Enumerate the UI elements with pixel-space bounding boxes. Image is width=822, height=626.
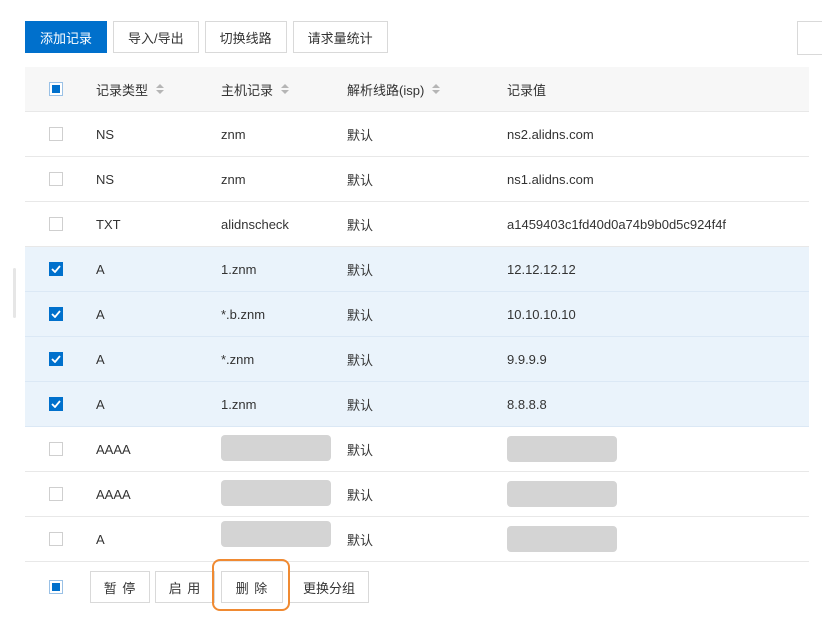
host-text: 1.znm [221,261,257,277]
enable-button[interactable]: 启 用 [155,571,215,603]
host-text: 1.znm [221,396,257,412]
type-text: A [96,261,105,277]
pause-button[interactable]: 暂 停 [90,571,150,603]
redacted-value [507,481,617,507]
footer-select-checkbox[interactable] [49,580,63,594]
line-text: 默认 [347,532,374,548]
table-header: 记录类型 主机记录 解析线路(isp) 记录值 [25,67,809,112]
row-checkbox[interactable] [49,262,63,276]
row-checkbox[interactable] [49,397,63,411]
type-text: AAAA [96,486,131,502]
change-group-button[interactable]: 更换分组 [289,571,369,603]
header-value: 记录值 [507,82,547,98]
line-text: 默认 [347,352,374,368]
row-checkbox[interactable] [49,487,63,501]
table-row[interactable]: A 1.znm 默认 12.12.12.12 [25,247,809,292]
redacted-host [221,435,331,461]
records-table: 记录类型 主机记录 解析线路(isp) 记录值 NS znm 默认 ns2.al… [25,67,809,562]
host-text: *.b.znm [221,306,266,322]
value-text: 9.9.9.9 [507,351,547,367]
host-text: znm [221,171,246,187]
redacted-value [507,436,617,462]
type-text: A [96,351,105,367]
type-text: A [96,306,105,322]
type-text: TXT [96,216,121,232]
sort-icon[interactable] [281,84,290,94]
switch-line-button[interactable]: 切换线路 [204,21,287,53]
line-text: 默认 [347,397,374,413]
table-row[interactable]: A *.b.znm 默认 10.10.10.10 [25,292,809,337]
select-all-checkbox[interactable] [49,82,63,96]
line-text: 默认 [347,217,374,233]
redacted-host [221,521,331,547]
table-row[interactable]: NS znm 默认 ns1.alidns.com [25,157,809,202]
table-row[interactable]: TXT alidnscheck 默认 a1459403c1fd40d0a74b9… [25,202,809,247]
redacted-value [507,526,617,552]
value-text: ns1.alidns.com [507,171,594,187]
table-row[interactable]: A *.znm 默认 9.9.9.9 [25,337,809,382]
line-text: 默认 [347,487,374,503]
import-export-button[interactable]: 导入/导出 [113,21,199,53]
row-checkbox[interactable] [49,442,63,456]
table-row[interactable]: A 1.znm 默认 8.8.8.8 [25,382,809,427]
request-stats-button[interactable]: 请求量统计 [292,21,388,53]
value-text: 12.12.12.12 [507,261,576,277]
row-checkbox[interactable] [49,307,63,321]
type-text: A [96,531,105,547]
line-text: 默认 [347,127,374,143]
value-text: ns2.alidns.com [507,126,594,142]
scroll-indicator [13,268,16,318]
row-checkbox[interactable] [49,217,63,231]
value-text: 8.8.8.8 [507,396,547,412]
sort-icon[interactable] [432,84,441,94]
add-record-button[interactable]: 添加记录 [25,21,108,53]
type-text: A [96,396,105,412]
toolbar-right-button[interactable] [797,21,822,55]
host-text: *.znm [221,351,255,367]
bulk-actions-bar: 暂 停 启 用 删 除 更换分组 [25,565,809,610]
header-line[interactable]: 解析线路(isp) [347,67,441,111]
table-row[interactable]: NS znm 默认 ns2.alidns.com [25,112,809,157]
host-text: znm [221,126,246,142]
table-row[interactable]: A 默认 [25,517,809,562]
value-text: a1459403c1fd40d0a74b9b0d5c924f4f [507,216,727,232]
row-checkbox[interactable] [49,532,63,546]
line-text: 默认 [347,172,374,188]
table-row[interactable]: AAAA 默认 [25,427,809,472]
line-text: 默认 [347,307,374,323]
type-text: AAAA [96,441,131,457]
header-type[interactable]: 记录类型 [96,67,165,111]
row-checkbox[interactable] [49,127,63,141]
row-checkbox[interactable] [49,172,63,186]
sort-icon[interactable] [156,84,165,94]
type-text: NS [96,171,115,187]
line-text: 默认 [347,262,374,278]
table-row[interactable]: AAAA 默认 [25,472,809,517]
host-text: alidnscheck [221,216,289,232]
redacted-host [221,480,331,506]
line-text: 默认 [347,442,374,458]
type-text: NS [96,126,115,142]
row-checkbox[interactable] [49,352,63,366]
delete-highlight-box [212,559,290,611]
value-text: 10.10.10.10 [507,306,576,322]
header-host[interactable]: 主机记录 [221,67,290,111]
toolbar: 添加记录 导入/导出 切换线路 请求量统计 [25,21,388,55]
